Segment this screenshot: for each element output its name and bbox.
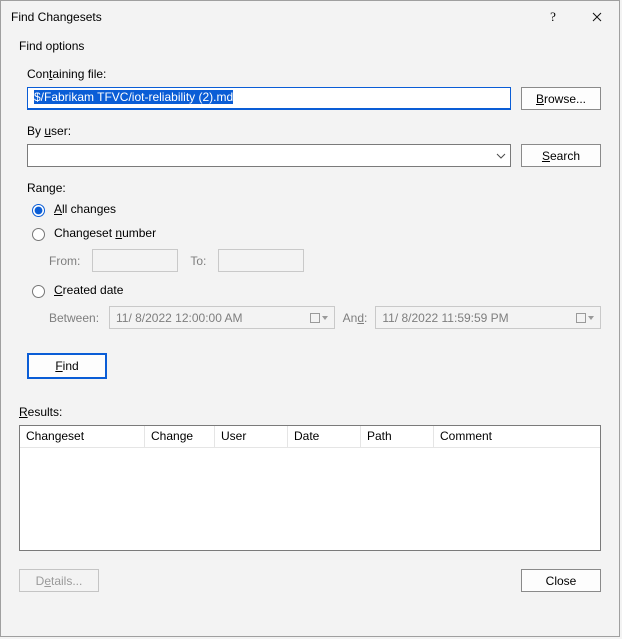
find-changesets-dialog: Find Changesets ? Find options Containin… (0, 0, 620, 637)
by-user-combobox[interactable] (27, 144, 511, 167)
chevron-down-icon (496, 153, 506, 159)
details-button: Details... (19, 569, 99, 592)
column-header[interactable]: User (215, 426, 288, 447)
created-date-radio-input[interactable] (32, 285, 45, 298)
between-start-datepicker: 11/ 8/2022 12:00:00 AM (109, 306, 335, 329)
between-start-value: 11/ 8/2022 12:00:00 AM (116, 311, 243, 325)
close-window-button[interactable] (575, 1, 619, 33)
from-input (92, 249, 178, 272)
svg-text:?: ? (550, 10, 556, 24)
help-icon: ? (548, 10, 558, 24)
results-label: Results: (19, 405, 601, 419)
results-table-header: ChangesetChangeUserDatePathComment (20, 426, 600, 448)
find-options-label: Find options (19, 39, 601, 53)
and-label: And: (343, 311, 368, 325)
search-button[interactable]: Search (521, 144, 601, 167)
range-label: Range: (27, 181, 601, 195)
containing-file-value: $/Fabrikam TFVC/iot-reliability (2).md (34, 90, 233, 104)
created-date-radio[interactable]: Created date (27, 282, 601, 298)
all-changes-radio[interactable]: All changes (27, 201, 601, 217)
help-button[interactable]: ? (531, 1, 575, 33)
close-icon (592, 12, 602, 22)
calendar-dropdown-icon (310, 313, 328, 323)
column-header[interactable]: Date (288, 426, 361, 447)
to-input (218, 249, 304, 272)
from-label: From: (49, 254, 80, 268)
by-user-label: By user: (27, 124, 601, 138)
column-header[interactable]: Comment (434, 426, 600, 447)
changeset-number-radio[interactable]: Changeset number (27, 225, 601, 241)
column-header[interactable]: Path (361, 426, 434, 447)
created-date-label: Created date (54, 283, 123, 297)
calendar-dropdown-icon (576, 313, 594, 323)
changeset-number-label: Changeset number (54, 226, 156, 240)
between-end-value: 11/ 8/2022 11:59:59 PM (382, 311, 508, 325)
all-changes-radio-input[interactable] (32, 204, 45, 217)
column-header[interactable]: Changeset (20, 426, 145, 447)
between-end-datepicker: 11/ 8/2022 11:59:59 PM (375, 306, 601, 329)
window-title: Find Changesets (11, 10, 531, 24)
containing-file-input[interactable]: $/Fabrikam TFVC/iot-reliability (2).md (27, 87, 511, 110)
titlebar: Find Changesets ? (1, 1, 619, 33)
changeset-number-radio-input[interactable] (32, 228, 45, 241)
to-label: To: (190, 254, 206, 268)
browse-button[interactable]: Browse... (521, 87, 601, 110)
find-button[interactable]: Find (27, 353, 107, 379)
all-changes-label: All changes (54, 202, 116, 216)
results-table[interactable]: ChangesetChangeUserDatePathComment (19, 425, 601, 551)
column-header[interactable]: Change (145, 426, 215, 447)
containing-file-label: Containing file: (27, 67, 601, 81)
between-label: Between: (49, 311, 101, 325)
close-button[interactable]: Close (521, 569, 601, 592)
